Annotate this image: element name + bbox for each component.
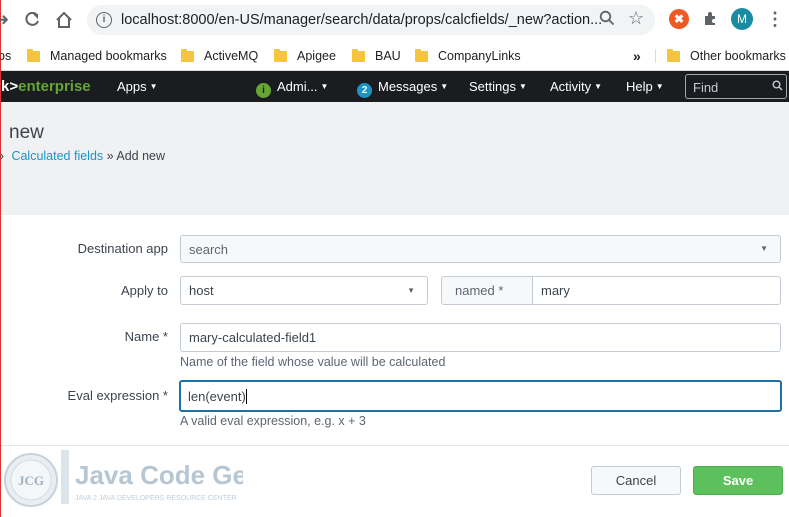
page-title: new (9, 122, 44, 143)
named-addon: named * (441, 276, 533, 305)
browser-menu-icon[interactable]: ⋮ (765, 9, 785, 29)
dropdown-caret-icon: ▼ (407, 285, 415, 295)
admin-menu[interactable]: i Admi... ▼ (256, 79, 328, 98)
health-status-icon: i (256, 83, 271, 98)
extension-orange-icon[interactable]: ✖ (669, 9, 689, 29)
caret-down-icon: ▼ (149, 82, 158, 91)
caret-down-icon: ▼ (594, 82, 603, 91)
dropdown-caret-icon: ▼ (760, 244, 768, 253)
apps-menu[interactable]: Apps ▼ (117, 79, 158, 94)
jcg-tagline-text: JAVA 2 JAVA DEVELOPERS RESOURCE CENTER (75, 495, 237, 502)
folder-icon (352, 48, 365, 62)
destination-app-select[interactable]: search ▼ (180, 235, 781, 263)
bookmark-separator (655, 49, 656, 63)
jcg-name-text: Java Code Geeks (75, 460, 243, 490)
profile-avatar[interactable]: M (731, 8, 753, 30)
eval-help-text: A valid eval expression, e.g. x + 3 (180, 414, 366, 428)
settings-menu[interactable]: Settings ▼ (469, 79, 527, 94)
browser-toolbar: ➜ i localhost:8000/en-US/manager/search/… (0, 0, 789, 40)
extensions-puzzle-icon[interactable] (701, 9, 721, 29)
name-input[interactable]: mary-calculated-field1 (180, 323, 781, 352)
java-code-geeks-watermark-logo: JCG Java Code Geeks JAVA 2 JAVA DEVELOPE… (4, 450, 243, 507)
breadcrumb: » Calculated fields » Add new (0, 149, 166, 163)
breadcrumb-separator: » (106, 149, 114, 163)
name-help-text: Name of the field whose value will be ca… (180, 355, 446, 369)
folder-icon (274, 48, 287, 62)
eval-expression-input[interactable]: len(event) (179, 380, 782, 412)
breadcrumb-calculated-fields[interactable]: Calculated fields (11, 149, 103, 163)
site-info-icon[interactable]: i (96, 12, 112, 28)
bookmark-managed[interactable]: Managed bookmarks (27, 46, 167, 66)
bookmark-other[interactable]: Other bookmarks (667, 46, 786, 66)
folder-icon (181, 48, 194, 62)
more-bookmarks-button[interactable]: » (633, 46, 641, 66)
bookmark-activemq[interactable]: ActiveMQ (181, 46, 258, 66)
jcg-badge-text: JCG (18, 473, 44, 488)
url-text: localhost:8000/en-US/manager/search/data… (121, 12, 603, 28)
page-header: new » Calculated fields » Add new (0, 102, 789, 215)
bookmarks-bar: ps Managed bookmarks ActiveMQ Apigee BAU… (0, 40, 789, 71)
save-button[interactable]: Save (693, 466, 783, 495)
bookmark-apigee[interactable]: Apigee (274, 46, 336, 66)
messages-menu[interactable]: 2 Messages ▼ (357, 79, 448, 98)
activity-menu[interactable]: Activity ▼ (550, 79, 602, 94)
bookmark-bau[interactable]: BAU (352, 46, 401, 66)
folder-icon (415, 48, 428, 62)
address-bar[interactable]: i localhost:8000/en-US/manager/search/da… (87, 5, 655, 35)
destination-app-label: Destination app (77, 241, 168, 256)
form-footer: JCG Java Code Geeks JAVA 2 JAVA DEVELOPE… (1, 445, 789, 517)
calc-field-form: Destination app search ▼ Apply to host ▼… (1, 215, 789, 445)
bookmark-companylinks[interactable]: CompanyLinks (415, 46, 521, 66)
cancel-button[interactable]: Cancel (591, 466, 681, 495)
folder-icon (667, 48, 680, 62)
text-cursor (245, 388, 247, 404)
breadcrumb-separator: » (0, 149, 4, 163)
caret-down-icon: ▼ (320, 82, 329, 91)
apply-to-label: Apply to (121, 283, 168, 298)
breadcrumb-current: Add new (116, 149, 166, 163)
bookmark-prefix[interactable]: ps (0, 46, 11, 66)
find-input[interactable]: Find (685, 74, 787, 99)
caret-down-icon: ▼ (655, 82, 664, 91)
reload-icon[interactable] (21, 9, 43, 31)
zoom-search-icon[interactable] (599, 10, 615, 31)
home-icon[interactable] (53, 9, 75, 31)
splunk-app-bar: k>enterprise Apps ▼ i Admi... ▼ 2 Messages ▼ … (1, 71, 789, 102)
eval-expression-label: Eval expression * (67, 388, 168, 403)
search-icon[interactable] (772, 80, 783, 94)
forward-icon[interactable]: ➜ (0, 9, 13, 31)
caret-down-icon: ▼ (518, 82, 527, 91)
name-label: Name * (124, 329, 168, 344)
messages-count-badge: 2 (357, 83, 372, 98)
find-placeholder: Find (693, 80, 719, 95)
apply-to-select[interactable]: host ▼ (180, 276, 428, 305)
named-input[interactable]: mary (532, 276, 781, 305)
splunk-logo[interactable]: k>enterprise (1, 78, 91, 95)
folder-icon (27, 48, 40, 62)
caret-down-icon: ▼ (440, 82, 449, 91)
help-menu[interactable]: Help ▼ (626, 79, 664, 94)
bookmark-star-icon[interactable]: ☆ (628, 8, 644, 29)
